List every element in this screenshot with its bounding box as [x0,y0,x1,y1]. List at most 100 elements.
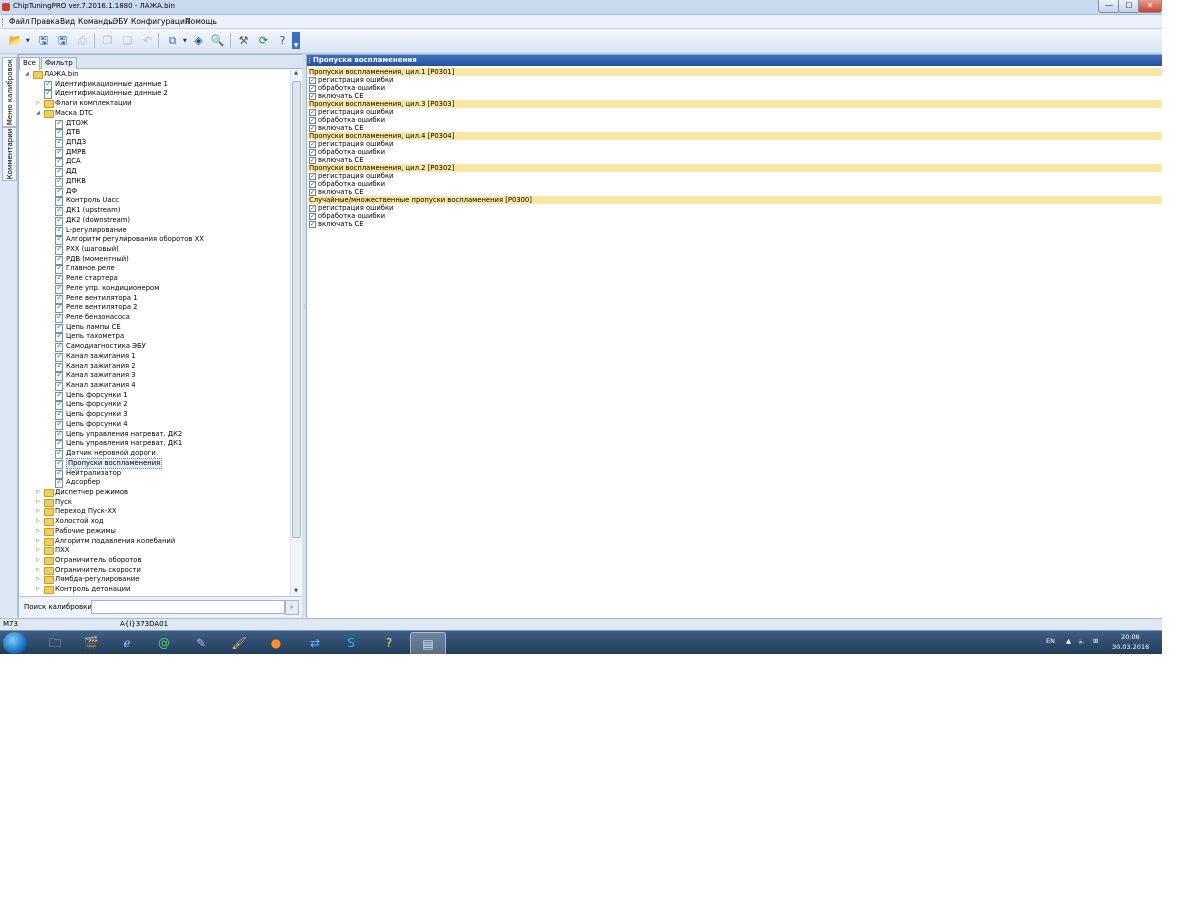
save-icon[interactable]: 🖫 [35,32,52,49]
update-icon[interactable]: ⟳ [255,32,272,49]
option-checkbox[interactable]: ✓ [309,213,316,220]
save-as-icon[interactable]: 🖫 [54,32,71,49]
tools-icon[interactable]: ⚒ [235,32,252,49]
expand-toggle-icon[interactable]: ▷ [36,507,42,516]
menu-edit[interactable]: Правка [31,17,60,26]
toolbar-separator [230,33,231,48]
firefox-icon[interactable]: ● [259,632,293,654]
explorer-icon[interactable]: 🗀 [38,632,72,654]
notes-icon[interactable]: ? [372,632,406,654]
minimize-button[interactable]: — [1098,0,1120,13]
option-checkbox[interactable]: ✓ [309,85,316,92]
option-checkbox[interactable]: ✓ [309,93,316,100]
tray-expand-icon[interactable]: ▲ [1066,637,1071,645]
pin-icon[interactable]: ✎ [184,632,218,654]
option-checkbox[interactable]: ✓ [309,205,316,212]
chiptuning-icon[interactable]: ▤ [410,632,446,654]
option-label: включать CE [318,124,364,132]
expand-toggle-icon[interactable]: ▷ [36,575,42,584]
menu-help[interactable]: Помощь [185,17,217,26]
tab-filter[interactable]: Фильтр [41,57,77,69]
option-checkbox[interactable]: ✓ [309,221,316,228]
option-checkbox[interactable]: ✓ [309,125,316,132]
checked-calibration-icon: ✓ [55,477,63,489]
menu-view[interactable]: Вид [60,17,75,26]
maximize-button[interactable]: ☐ [1118,0,1140,13]
navigate-icon[interactable]: ◈ [190,32,207,49]
ie-icon[interactable]: ℯ [110,632,144,654]
menu-commands[interactable]: Команды [78,17,114,26]
option-checkbox[interactable]: ✓ [309,189,316,196]
teamviewer-icon[interactable]: ⇄ [298,632,332,654]
expand-toggle-icon[interactable]: ◢ [25,70,31,79]
option-checkbox[interactable]: ✓ [309,109,316,116]
option-checkbox[interactable]: ✓ [309,173,316,180]
undo-icon[interactable]: ↶ [139,32,156,49]
expand-toggle-icon[interactable]: ▷ [36,527,42,536]
scroll-up-icon[interactable]: ▲ [291,69,301,78]
expand-toggle-icon[interactable]: ▷ [36,537,42,546]
compare-icon[interactable]: ⧉ [164,32,181,49]
expand-toggle-icon[interactable]: ▷ [36,517,42,526]
menu-configuration[interactable]: Конфигурация [131,17,189,26]
open-folder-icon[interactable]: 📂 [7,32,24,49]
expand-toggle-icon[interactable]: ▷ [36,488,42,497]
paint-icon[interactable]: 🖌 [222,632,256,654]
copy-icon[interactable]: ❐ [99,32,116,49]
email-icon[interactable]: @ [147,632,181,654]
checked-calibration-icon: ✓ [55,321,63,333]
search-button-icon[interactable]: ⌕ [285,600,299,615]
paste-icon[interactable]: ❏ [119,32,136,49]
option-label: включать CE [318,92,364,100]
tab-comments[interactable]: Комментарии [2,127,17,181]
scroll-down-icon[interactable]: ▼ [291,587,301,596]
option-row: ✓ обработка ошибки [308,84,1162,92]
tree-item-label: Переход Пуск-ХХ [55,507,117,516]
skype-icon[interactable]: S [334,632,368,654]
window-title: ChipTuningPRO ver.7.2016.1.1880 - ЛАЖА.b… [13,2,175,10]
open-dropdown-icon[interactable]: ▼ [26,38,30,44]
compare-dropdown-icon[interactable]: ▼ [183,38,187,44]
media-center-icon[interactable]: 🎬 [74,632,108,654]
start-button[interactable] [3,632,27,654]
tree-item-label: ДПКВ [66,176,86,185]
menu-ecu[interactable]: ЭБУ [113,17,128,26]
help-icon[interactable]: ? [274,32,291,49]
tab-calibration-menu[interactable]: Меню калибровок [2,57,17,127]
calibration-search-input[interactable] [91,600,285,614]
checked-calibration-icon: ✓ [55,214,63,226]
search-icon[interactable]: 🔍 [209,32,226,49]
expand-toggle-icon[interactable]: ▷ [36,585,42,594]
tree-item-label: Реле стартера [66,274,118,283]
tab-comments-label: Комментарии [5,128,14,180]
checked-calibration-icon: ✓ [55,224,63,236]
tree-item-label: ДД [66,167,77,176]
tree-scrollbar[interactable]: ▲ ▼ [290,69,301,596]
toolbar-overflow-icon[interactable]: ▼ [292,32,300,49]
expand-toggle-icon[interactable]: ▷ [36,566,42,575]
detail-body: Пропуски воспламенения, цил.1 [P0301] ✓ ре… [308,68,1162,228]
tree-item-label: Главное реле [66,264,115,273]
option-checkbox[interactable]: ✓ [309,117,316,124]
expand-toggle-icon[interactable]: ▷ [36,556,42,565]
close-button[interactable]: ✕ [1138,0,1162,13]
language-indicator[interactable]: EN [1046,637,1055,645]
expand-toggle-icon[interactable]: ▷ [36,498,42,507]
option-checkbox[interactable]: ✓ [309,157,316,164]
scrollbar-thumb[interactable] [292,81,301,538]
volume-icon[interactable]: 🔈 [1078,637,1086,645]
menu-file[interactable]: Файл [9,17,30,26]
network-icon[interactable]: ⊞ [1093,637,1098,645]
expand-toggle-icon[interactable]: ▷ [36,546,42,555]
print-icon[interactable]: ⎙ [74,32,91,49]
option-checkbox[interactable]: ✓ [309,141,316,148]
clock-time[interactable]: 20:06 [1121,633,1140,641]
clock-date[interactable]: 30.03.2016 [1112,643,1149,651]
option-checkbox[interactable]: ✓ [309,77,316,84]
expand-toggle-icon[interactable]: ▷ [36,99,42,108]
option-checkbox[interactable]: ✓ [309,149,316,156]
detail-title: Пропуски воспламенения [313,56,417,64]
option-label: обработка ошибки [318,116,386,124]
expand-toggle-icon[interactable]: ◢ [36,109,42,118]
option-checkbox[interactable]: ✓ [309,181,316,188]
